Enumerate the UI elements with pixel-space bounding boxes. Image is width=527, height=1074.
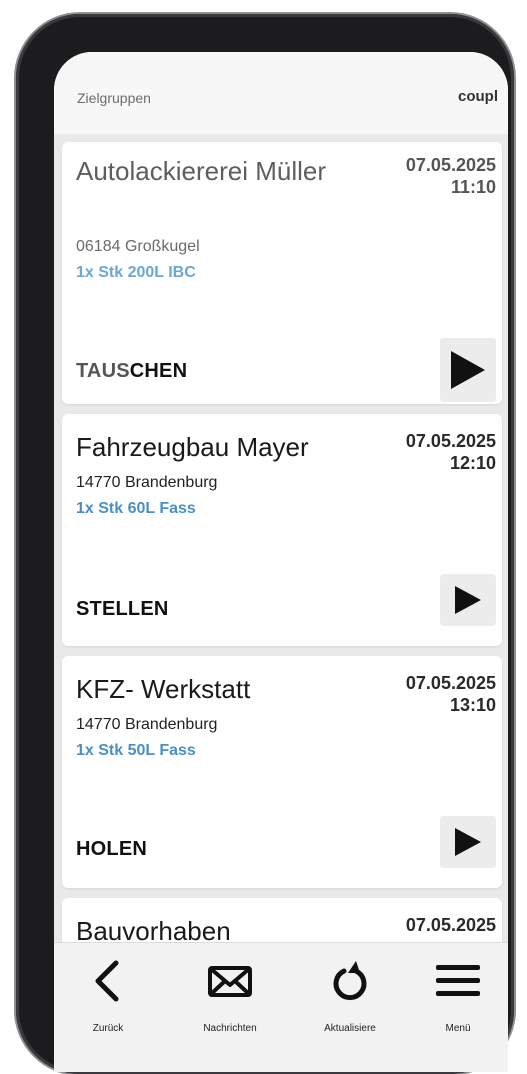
nav-label: Nachrichten [203, 1023, 257, 1034]
date-time: 07.05.2025 [406, 914, 496, 936]
refresh-icon [333, 961, 367, 1001]
company-name: Autolackiererei Müller [76, 156, 326, 186]
nav-messages-button[interactable]: Nachrichten [180, 943, 280, 1063]
play-icon [455, 586, 481, 614]
date-time: 07.05.2025 11:10 [406, 154, 496, 198]
nav-refresh-button[interactable]: Aktualisiere [300, 943, 400, 1063]
nav-label: Menü [445, 1023, 471, 1034]
play-button[interactable] [440, 574, 496, 626]
date: 07.05.2025 [405, 673, 496, 693]
play-button[interactable] [440, 816, 496, 868]
action-label-part: TAUS [76, 360, 130, 382]
section-label: Zielgruppen [77, 90, 151, 106]
order-card[interactable]: Fahrzeugbau Mayer 14770 Brandenburg 1x S… [62, 414, 502, 646]
hamburger-menu-icon [436, 965, 480, 996]
time: 11:10 [450, 177, 496, 197]
action-label: HOLEN [76, 838, 147, 860]
action-label: STELLEN [76, 598, 169, 620]
nav-label: Aktualisiere [324, 1023, 376, 1034]
company-name: KFZ- Werkstatt [76, 674, 251, 704]
brand-label: coupl [458, 88, 498, 105]
item-description: 1x Stk 60L Fass [76, 500, 196, 517]
date: 07.05.2025 [405, 155, 496, 175]
address: 14770 Brandenburg [76, 716, 218, 733]
order-card[interactable]: Autolackiererei Müller 06184 Großkugel 1… [62, 142, 502, 404]
action-label: TAUSCHEN [76, 360, 187, 383]
date: 07.05.2025 [405, 915, 496, 935]
phone-frame: Zielgruppen coupl Autolackiererei Müller… [16, 14, 514, 1074]
order-card[interactable]: KFZ- Werkstatt 14770 Brandenburg 1x Stk … [62, 656, 502, 888]
play-icon [451, 351, 485, 389]
address: 06184 Großkugel [76, 238, 200, 255]
action-label-part: CHEN [129, 360, 188, 382]
envelope-icon [208, 966, 252, 997]
play-icon [455, 828, 481, 856]
time: 13:10 [449, 695, 496, 715]
company-name: Fahrzeugbau Mayer [76, 432, 309, 462]
date: 07.05.2025 [405, 431, 496, 451]
nav-menu-button[interactable]: Menü [408, 943, 508, 1063]
time: 12:10 [449, 453, 496, 473]
app-screen: Zielgruppen coupl Autolackiererei Müller… [54, 52, 508, 1072]
nav-label: Zurück [92, 1023, 124, 1034]
date-time: 07.05.2025 13:10 [406, 672, 496, 716]
top-bar: Zielgruppen coupl [54, 52, 508, 134]
nav-back-button[interactable]: Zurück [58, 943, 158, 1063]
item-description: 1x Stk 200L IBC [76, 264, 196, 281]
play-button[interactable] [440, 338, 496, 402]
item-description: 1x Stk 50L Fass [76, 742, 196, 759]
date-time: 07.05.2025 12:10 [406, 430, 496, 474]
address: 14770 Brandenburg [76, 474, 218, 491]
back-arrow-icon [95, 960, 119, 1002]
bottom-navigation: Zurück Nachrichten Aktualisiere Menü [54, 942, 508, 1072]
